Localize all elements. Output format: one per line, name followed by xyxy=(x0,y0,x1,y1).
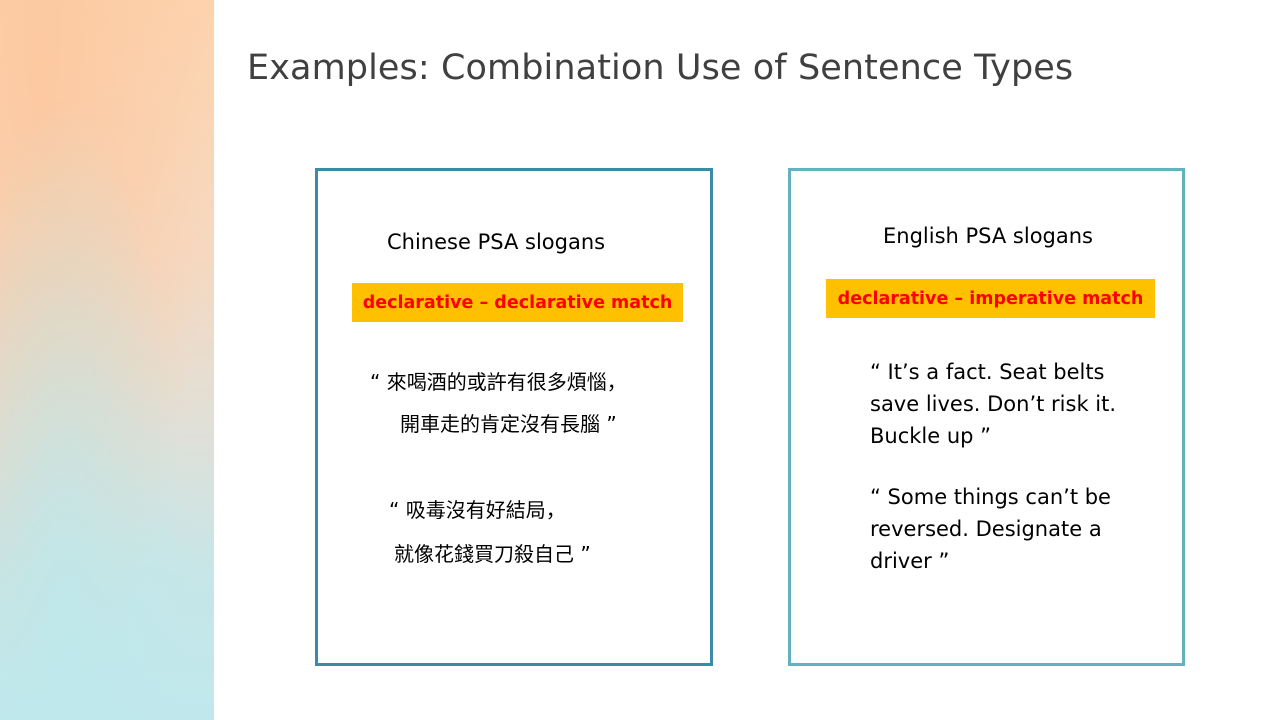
slide-title: Examples: Combination Use of Sentence Ty… xyxy=(247,48,1074,88)
chinese-slogan-1-line-2: 開車走的肯定沒有長腦 ” xyxy=(400,412,617,436)
sentence-match-badge: declarative – imperative match xyxy=(826,279,1155,318)
card-heading-english: English PSA slogans xyxy=(883,224,1093,248)
decorative-side-panel xyxy=(0,0,214,720)
chinese-slogan-2-line-1: “ 吸毒沒有好結局， xyxy=(389,498,566,522)
chinese-slogans-card: Chinese PSA slogans declarative – declar… xyxy=(315,168,713,666)
english-slogan-2: “ Some things can’t be reversed. Designa… xyxy=(870,485,1111,573)
sentence-match-badge: declarative – declarative match xyxy=(352,283,683,322)
chinese-slogan-2-line-2: 就像花錢買刀殺自己 ” xyxy=(394,542,591,566)
chinese-slogan-1-line-1: “ 來喝酒的或許有很多煩惱， xyxy=(370,370,627,394)
card-heading-chinese: Chinese PSA slogans xyxy=(387,230,606,254)
english-slogans-card: English PSA slogans declarative – impera… xyxy=(788,168,1185,666)
english-slogan-1: “ It’s a fact. Seat belts save lives. Do… xyxy=(870,360,1117,448)
